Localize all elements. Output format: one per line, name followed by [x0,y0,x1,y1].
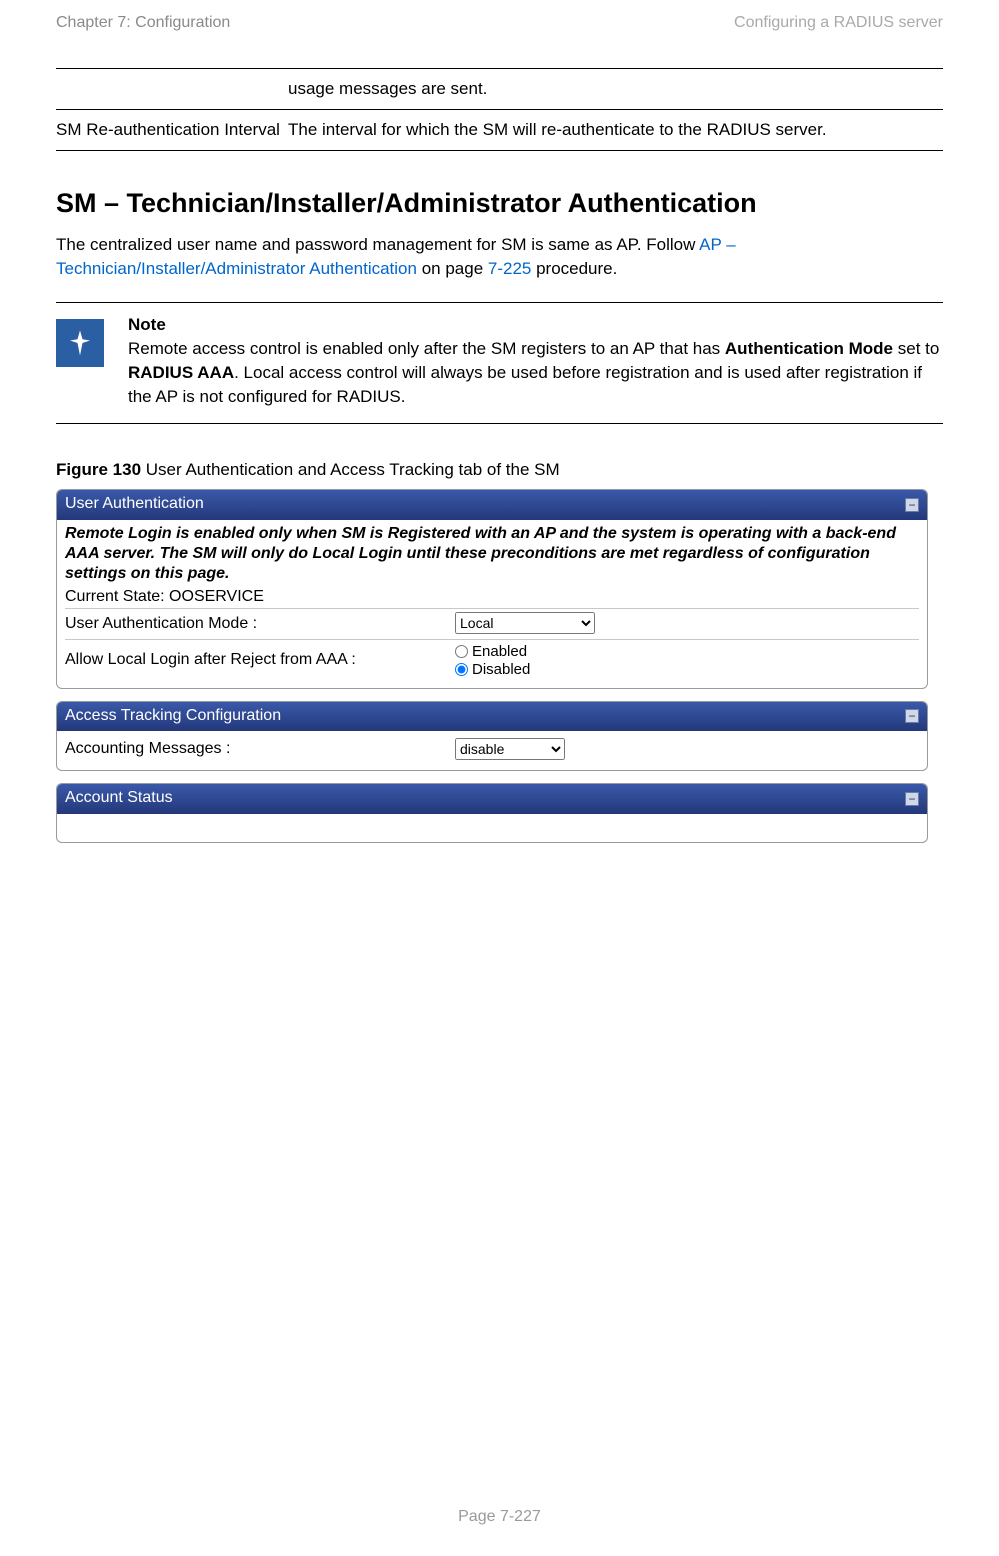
auth-mode-label: User Authentication Mode : [65,613,455,635]
collapse-icon[interactable]: − [905,709,919,723]
screenshot-panels: User Authentication − Remote Login is en… [56,489,928,842]
current-state: Current State: OOSERVICE [65,586,919,608]
table-row: SM Re-authentication Interval The interv… [56,110,943,151]
accounting-messages-select[interactable]: disable [455,738,565,760]
account-status-panel: Account Status − [56,783,928,842]
note-body: Remote access control is enabled only af… [128,337,943,408]
accounting-messages-label: Accounting Messages : [65,738,455,760]
table-row: usage messages are sent. [56,69,943,110]
user-authentication-panel: User Authentication − Remote Login is en… [56,489,928,688]
remote-login-note: Remote Login is enabled only when SM is … [65,524,919,584]
enabled-label: Enabled [472,643,527,660]
panel-title: Account Status [65,787,173,809]
note-bold-2: RADIUS AAA [128,363,234,382]
panel-header: Account Status − [57,784,927,813]
note-label: Note [128,313,943,337]
allow-local-login-label: Allow Local Login after Reject from AAA … [65,649,455,671]
figure-caption: Figure 130 User Authentication and Acces… [56,458,943,482]
note-bold-1: Authentication Mode [725,339,893,358]
intro-text-post: procedure. [531,259,617,278]
section-heading: SM – Technician/Installer/Administrator … [56,185,943,223]
pin-icon [65,328,95,358]
intro-text-mid: on page [417,259,488,278]
header-chapter: Chapter 7: Configuration [56,12,230,34]
allow-local-login-row: Allow Local Login after Reject from AAA … [65,639,919,682]
figure-number: Figure 130 [56,460,141,479]
access-tracking-panel: Access Tracking Configuration − Accounti… [56,701,928,772]
panel-title: Access Tracking Configuration [65,705,281,727]
panel-title: User Authentication [65,493,204,515]
intro-text-pre: The centralized user name and password m… [56,235,699,254]
attribute-table: usage messages are sent. SM Re-authentic… [56,68,943,151]
disabled-label: Disabled [472,661,530,678]
panel-body: Remote Login is enabled only when SM is … [57,520,927,688]
page-footer: Page 7-227 [0,1506,999,1528]
panel-header: Access Tracking Configuration − [57,702,927,731]
disabled-radio[interactable] [455,663,468,676]
collapse-icon[interactable]: − [905,792,919,806]
page-header: Chapter 7: Configuration Configuring a R… [56,12,943,34]
section-intro: The centralized user name and password m… [56,233,943,281]
panel-header: User Authentication − [57,490,927,519]
disabled-option[interactable]: Disabled [455,661,530,679]
panel-body-empty [57,814,927,842]
attr-desc: usage messages are sent. [288,69,943,110]
header-section: Configuring a RADIUS server [734,12,943,34]
enabled-option[interactable]: Enabled [455,643,530,661]
attr-name [56,69,288,110]
enabled-radio[interactable] [455,645,468,658]
note-text: . Local access control will always be us… [128,363,922,406]
attr-desc: The interval for which the SM will re-au… [288,110,943,151]
panel-body: Accounting Messages : disable [57,731,927,770]
note-icon [56,319,104,367]
allow-local-login-options: Enabled Disabled [455,643,530,679]
note-text: Remote access control is enabled only af… [128,339,725,358]
note-block: Note Remote access control is enabled on… [56,302,943,423]
page-ref: 7-225 [488,259,531,278]
auth-mode-select[interactable]: Local [455,612,595,634]
figure-title: User Authentication and Access Tracking … [141,460,560,479]
note-text: set to [893,339,939,358]
accounting-messages-row: Accounting Messages : disable [65,735,919,764]
collapse-icon[interactable]: − [905,498,919,512]
note-content: Note Remote access control is enabled on… [128,313,943,408]
attr-name: SM Re-authentication Interval [56,110,288,151]
auth-mode-row: User Authentication Mode : Local [65,608,919,638]
